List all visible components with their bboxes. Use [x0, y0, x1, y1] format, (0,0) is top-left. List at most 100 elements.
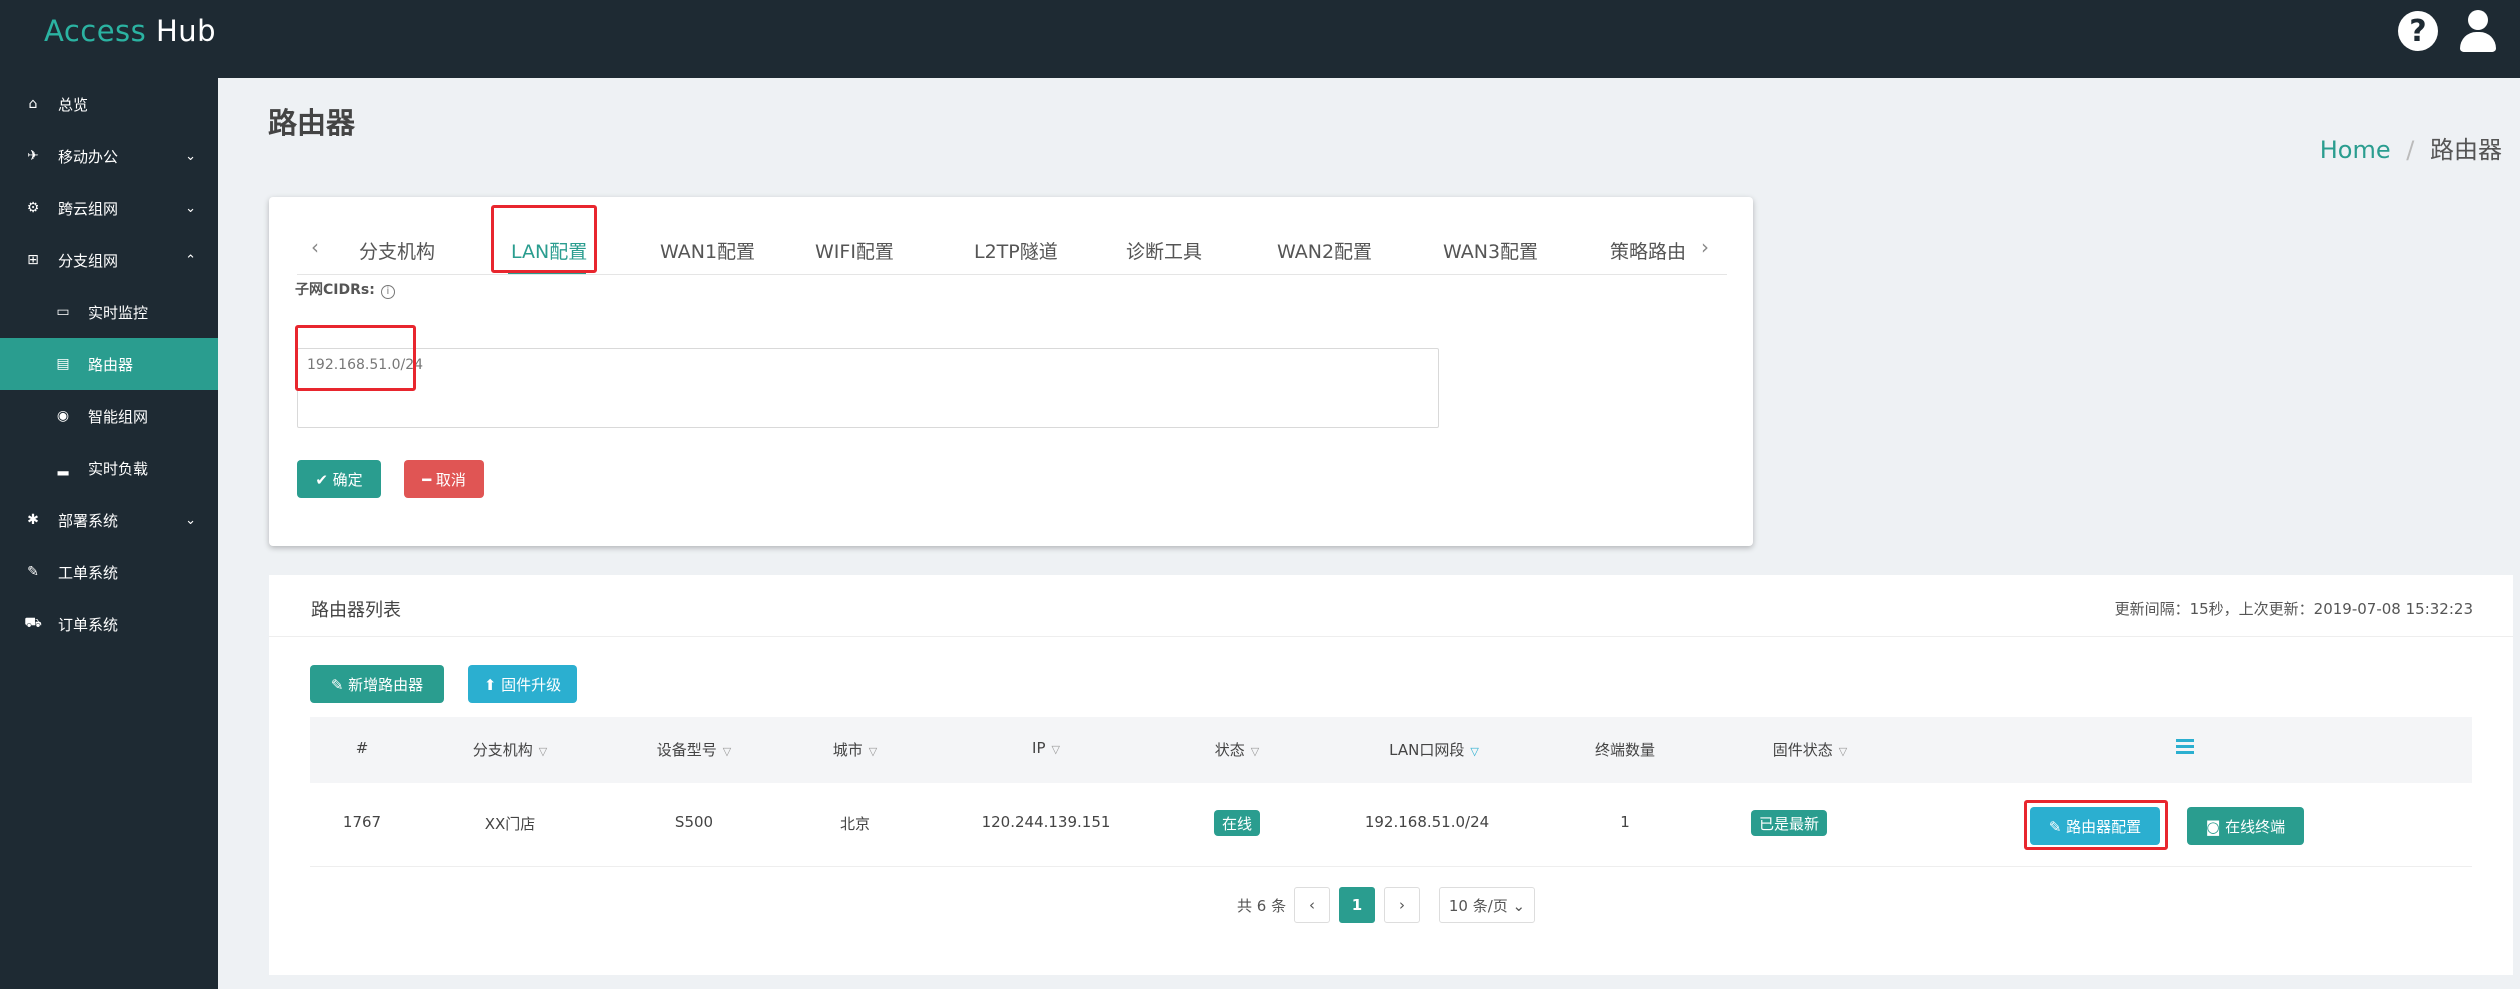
sidebar-item-label: 跨云组网: [58, 199, 119, 218]
cancel-button[interactable]: ━ 取消: [404, 460, 484, 498]
filter-icon[interactable]: ▽: [539, 745, 547, 758]
table-row: 1767 XX门店 S500 北京 120.244.139.151 在线 192…: [310, 783, 2472, 867]
filter-icon[interactable]: ▽: [869, 745, 877, 758]
cell-terminals: 1: [1620, 813, 1630, 831]
page-size-select[interactable]: 10 条/页 ⌄: [1439, 887, 1535, 923]
sidebar-item-label: 路由器: [88, 355, 134, 374]
column-header-lan[interactable]: LAN口网段 ▽: [1389, 739, 1479, 760]
sidebar-item-branch-network[interactable]: ⊞ 分支组网 ⌃: [0, 234, 218, 286]
chevron-down-icon: ⌄: [185, 200, 196, 216]
column-header-city[interactable]: 城市 ▽: [833, 739, 877, 760]
sidebar-item-label: 移动办公: [58, 147, 119, 166]
pagination-next-button[interactable]: ›: [1384, 887, 1420, 923]
subnet-cidrs-label: 子网CIDRs: i: [295, 279, 395, 299]
plane-icon: ✈: [27, 148, 39, 164]
field-label-text: 子网CIDRs:: [295, 282, 375, 298]
smart-network-icon: ◉: [56, 408, 70, 424]
sidebar-item-label: 工单系统: [58, 563, 119, 582]
firmware-status-badge: 已是最新: [1750, 810, 1828, 836]
monitor-icon: ▭: [56, 304, 70, 320]
sidebar: ⌂ 总览 ✈ 移动办公 ⌄ ⚙ 跨云组网 ⌄ ⊞ 分支组网 ⌃ ▭ 实时监控 ▤…: [0, 78, 218, 989]
column-header-branch[interactable]: 分支机构 ▽: [473, 739, 547, 760]
tab-scroll-right-icon[interactable]: ›: [1701, 235, 1709, 259]
cell-branch: XX门店: [484, 815, 536, 833]
sidebar-item-deploy[interactable]: ✱ 部署系统 ⌄: [0, 494, 218, 546]
router-table: # 分支机构 ▽ 设备型号 ▽ 城市 ▽ IP ▽ 状态 ▽ LAN口网段 ▽ 终端数量 固…: [310, 717, 2472, 867]
filter-icon[interactable]: ▽: [1052, 743, 1060, 756]
tab-wan3-config[interactable]: WAN3配置: [1443, 237, 1538, 264]
cell-ip: 120.244.139.151: [981, 813, 1111, 831]
column-header-firmware[interactable]: 固件状态 ▽: [1773, 739, 1847, 760]
wrench-icon: ✎: [27, 564, 39, 580]
chevron-down-icon: ⌄: [185, 148, 196, 164]
column-header-status[interactable]: 状态 ▽: [1215, 739, 1259, 760]
highlight-box-router-config: [2024, 800, 2168, 850]
sidebar-item-smart-network[interactable]: ◉ 智能组网: [0, 390, 218, 442]
highlight-box-lan-tab: [491, 205, 597, 273]
tab-wan1-config[interactable]: WAN1配置: [660, 237, 755, 264]
router-list-title: 路由器列表: [311, 600, 401, 621]
sidebar-item-realtime-monitor[interactable]: ▭ 实时监控: [0, 286, 218, 338]
sidebar-item-label: 分支组网: [58, 251, 119, 270]
sitemap-icon: ⊞: [27, 252, 39, 268]
confirm-button[interactable]: ✔ 确定: [297, 460, 381, 498]
update-info: 更新间隔：15秒，上次更新：2019-07-08 15:32:23: [2114, 600, 2473, 618]
breadcrumb-home-link[interactable]: Home: [2320, 136, 2391, 164]
tab-l2tp-tunnel[interactable]: L2TP隧道: [974, 237, 1058, 264]
column-settings-list-icon[interactable]: [2176, 739, 2194, 755]
cell-model: S500: [674, 813, 714, 831]
firmware-upgrade-button[interactable]: ⬆ 固件升级: [468, 665, 577, 703]
home-icon: ⌂: [28, 96, 38, 112]
pagination-page-1[interactable]: 1: [1339, 887, 1375, 923]
sidebar-item-label: 订单系统: [58, 615, 119, 634]
brand-logo[interactable]: Access Hub: [44, 14, 216, 48]
info-icon[interactable]: i: [380, 285, 395, 299]
sidebar-item-orders[interactable]: ⛟ 订单系统: [0, 598, 218, 650]
tab-wifi-config[interactable]: WIFI配置: [815, 237, 894, 264]
add-router-button[interactable]: ✎ 新增路由器: [310, 665, 444, 703]
tab-policy-routing[interactable]: 策略路由: [1610, 237, 1686, 264]
cell-lan: 192.168.51.0/24: [1364, 813, 1490, 831]
column-header-model[interactable]: 设备型号 ▽: [657, 739, 731, 760]
breadcrumb-separator: /: [2406, 136, 2415, 164]
sidebar-item-tickets[interactable]: ✎ 工单系统: [0, 546, 218, 598]
top-bar: Access Hub ?: [0, 0, 2520, 78]
filter-icon[interactable]: ▽: [1251, 745, 1259, 758]
tab-scroll-left-icon[interactable]: ‹: [311, 235, 319, 259]
pagination-total: 共 6 条: [1237, 897, 1287, 915]
chevron-up-icon: ⌃: [185, 252, 196, 268]
sidebar-item-cloud-network[interactable]: ⚙ 跨云组网 ⌄: [0, 182, 218, 234]
chevron-down-icon: ⌄: [185, 512, 196, 528]
column-header-ip[interactable]: IP ▽: [1032, 739, 1060, 757]
signal-icon: ▂: [57, 460, 69, 476]
user-icon[interactable]: [2458, 10, 2498, 52]
filter-icon[interactable]: ▽: [1839, 745, 1847, 758]
cubes-icon: ✱: [27, 512, 39, 528]
router-list-card: 路由器列表 更新间隔：15秒，上次更新：2019-07-08 15:32:23 …: [269, 575, 2513, 975]
sidebar-item-mobile-office[interactable]: ✈ 移动办公 ⌄: [0, 130, 218, 182]
help-icon[interactable]: ?: [2398, 11, 2438, 51]
cidr-textarea[interactable]: [297, 348, 1439, 428]
breadcrumb: Home / 路由器: [2320, 130, 2502, 165]
router-list-header: 路由器列表 更新间隔：15秒，上次更新：2019-07-08 15:32:23: [269, 575, 2513, 637]
sidebar-item-router[interactable]: ▤ 路由器: [0, 338, 218, 390]
filter-active-icon[interactable]: ▽: [1470, 745, 1478, 758]
highlight-box-cidr: [295, 325, 416, 391]
sidebar-item-label: 总览: [58, 95, 89, 114]
sidebar-item-label: 实时监控: [88, 303, 149, 322]
router-icon: ▤: [56, 356, 70, 372]
column-header-terminals: 终端数量: [1594, 741, 1656, 759]
tab-wan2-config[interactable]: WAN2配置: [1277, 237, 1372, 264]
table-header: # 分支机构 ▽ 设备型号 ▽ 城市 ▽ IP ▽ 状态 ▽ LAN口网段 ▽ 终端数量 固…: [310, 717, 2472, 783]
tab-branch[interactable]: 分支机构: [359, 237, 435, 264]
status-badge: 在线: [1213, 810, 1261, 836]
cart-icon: ⛟: [24, 615, 42, 631]
sidebar-item-overview[interactable]: ⌂ 总览: [0, 78, 218, 130]
filter-icon[interactable]: ▽: [723, 745, 731, 758]
config-card: ‹ 分支机构 LAN配置 WAN1配置 WIFI配置 L2TP隧道 诊断工具 W…: [269, 197, 1753, 546]
tab-diagnostic-tools[interactable]: 诊断工具: [1126, 237, 1202, 264]
sidebar-item-realtime-load[interactable]: ▂ 实时负载: [0, 442, 218, 494]
pagination-prev-button[interactable]: ‹: [1294, 887, 1330, 923]
online-terminals-button[interactable]: ◙ 在线终端: [2187, 807, 2304, 845]
pagination: 共 6 条 ‹ 1 › 10 条/页 ⌄: [269, 887, 2513, 923]
